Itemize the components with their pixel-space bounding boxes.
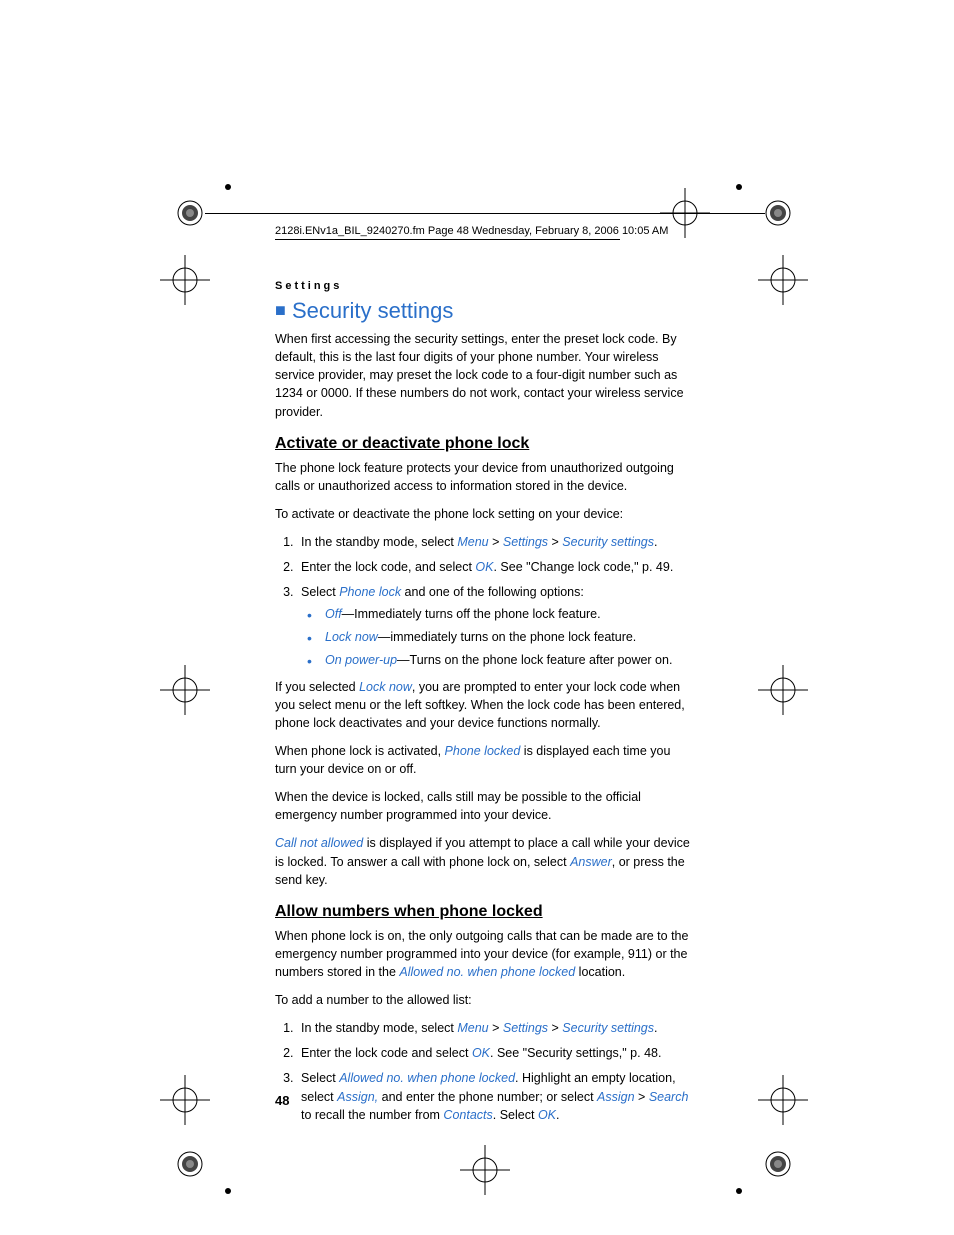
print-header: 2128i.ENv1a_BIL_9240270.fm Page 48 Wedne… — [275, 225, 668, 237]
step2-1: In the standby mode, select Menu > Setti… — [297, 1019, 695, 1038]
p-activated: When phone lock is activated, Phone lock… — [275, 742, 695, 778]
step1-1: In the standby mode, select Menu > Setti… — [297, 533, 695, 552]
call-not-allowed-em: Call not allowed — [275, 836, 363, 850]
security-settings-link: Security settings — [562, 535, 654, 549]
subheading-activate: Activate or deactivate phone lock — [275, 435, 695, 453]
step1-2: Enter the lock code, and select OK. See … — [297, 558, 695, 577]
main-heading-text: Security settings — [292, 298, 453, 323]
settings-link: Settings — [503, 535, 548, 549]
p-locked-calls: When the device is locked, calls still m… — [275, 788, 695, 824]
crosshair-right-top — [758, 255, 808, 305]
bullet-off: Off—Immediately turns off the phone lock… — [321, 605, 695, 624]
crosshair-right-mid — [758, 665, 808, 715]
section-label: Settings — [275, 280, 695, 292]
lock-now-em: Lock now — [359, 680, 412, 694]
crosshair-left-bottom — [160, 1075, 210, 1125]
subheading-allow: Allow numbers when phone locked — [275, 903, 695, 921]
p-call-not-allowed: Call not allowed is displayed if you att… — [275, 834, 695, 888]
ok-link: OK — [475, 560, 493, 574]
square-bullet-icon: ■ — [275, 300, 286, 320]
answer-em: Answer — [570, 855, 612, 869]
header-rule — [275, 239, 620, 240]
sub1-p1: The phone lock feature protects your dev… — [275, 459, 695, 495]
options-bullets: Off—Immediately turns off the phone lock… — [301, 605, 695, 669]
sub2-p1: When phone lock is on, the only outgoing… — [275, 927, 695, 981]
regmark-bottom-right — [764, 1150, 792, 1178]
phone-locked-em: Phone locked — [445, 744, 521, 758]
page-content: Settings ■ Security settings When first … — [275, 280, 695, 1133]
regmark-bottom-left — [176, 1150, 204, 1178]
regmark-top-left — [176, 199, 204, 227]
main-heading: ■ Security settings — [275, 298, 695, 324]
bullet-locknow: Lock now—immediately turns on the phone … — [321, 628, 695, 647]
regmark-top-right — [764, 199, 792, 227]
crosshair-left-mid — [160, 665, 210, 715]
allowed-no-em: Allowed no. when phone locked — [399, 965, 575, 979]
bullet-onpowerup: On power-up—Turns on the phone lock feat… — [321, 651, 695, 670]
page-number: 48 — [275, 1093, 289, 1108]
sub1-p2: To activate or deactivate the phone lock… — [275, 505, 695, 523]
crosshair-right-bottom — [758, 1075, 808, 1125]
corner-dot-br — [736, 1188, 742, 1194]
sub2-p2: To add a number to the allowed list: — [275, 991, 695, 1009]
menu-link: Menu — [457, 535, 488, 549]
steps-list-1: In the standby mode, select Menu > Setti… — [275, 533, 695, 670]
corner-dot-tl — [225, 184, 231, 190]
p-if-selected: If you selected Lock now, you are prompt… — [275, 678, 695, 732]
crosshair-bottom-mid — [460, 1145, 510, 1195]
corner-dot-bl — [225, 1188, 231, 1194]
step2-3: Select Allowed no. when phone locked. Hi… — [297, 1069, 695, 1125]
corner-dot-tr — [736, 184, 742, 190]
intro-paragraph: When first accessing the security settin… — [275, 330, 695, 421]
step1-3: Select Phone lock and one of the followi… — [297, 583, 695, 670]
phone-lock-link: Phone lock — [339, 585, 401, 599]
steps-list-2: In the standby mode, select Menu > Setti… — [275, 1019, 695, 1125]
step2-2: Enter the lock code and select OK. See "… — [297, 1044, 695, 1063]
crosshair-left-top — [160, 255, 210, 305]
